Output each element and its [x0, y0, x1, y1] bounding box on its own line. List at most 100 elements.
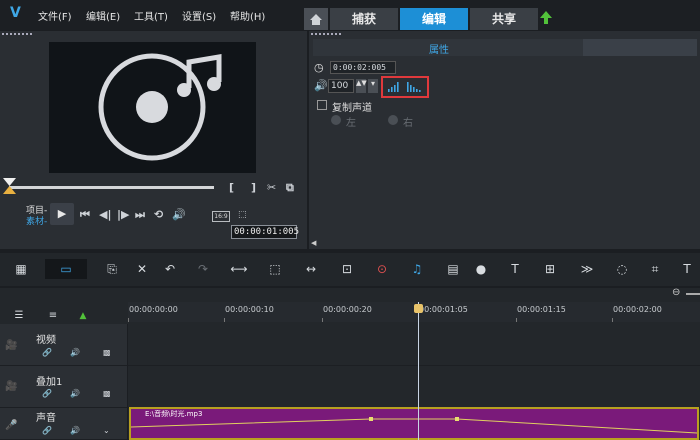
zoom-slider[interactable] — [686, 293, 700, 295]
ruler-label: 00:00:00:10 — [225, 305, 274, 314]
duplicate-channel-label: 复制声道 — [332, 103, 372, 114]
color-circles-icon[interactable]: ● — [472, 259, 490, 279]
menu-edit[interactable]: 编辑(E) — [86, 8, 120, 23]
chapter-icon[interactable]: ≡ — [44, 306, 62, 326]
volume-icon[interactable]: 🔊 — [70, 389, 80, 398]
home-tab[interactable] — [304, 8, 328, 30]
volume-icon: 🔊 — [314, 79, 328, 92]
expand-icon[interactable]: ↔ — [302, 259, 320, 279]
clock-icon: ◷ — [314, 61, 324, 74]
volume-icon[interactable]: 🔊 — [70, 348, 80, 357]
grid-icon[interactable]: ⊞ — [541, 259, 559, 279]
right-channel-radio[interactable] — [388, 115, 398, 125]
tools-icon[interactable]: ✕ — [133, 259, 151, 279]
volume-stepper[interactable]: ▲▼ — [356, 79, 367, 93]
mark-in-icon[interactable]: [ — [229, 181, 234, 194]
checker-icon[interactable]: ▩ — [103, 389, 111, 398]
timecode-field[interactable]: 00:00:01:005 — [231, 225, 299, 239]
duration-field[interactable]: 0:00:02:005 — [330, 61, 396, 74]
volume-envelope[interactable] — [131, 409, 697, 438]
next-frame-icon[interactable]: |▶ — [117, 208, 129, 221]
menu-tools[interactable]: 工具(T) — [134, 8, 168, 23]
tab-capture[interactable]: 捕获 — [330, 8, 398, 30]
ruler-tick — [322, 318, 323, 322]
audio-track-icon: 🎤 — [5, 420, 18, 431]
play-button[interactable]: ▶ — [50, 203, 74, 225]
track-overlay[interactable] — [128, 366, 700, 408]
home-icon-btn[interactable]: ⏮ — [80, 208, 90, 222]
left-channel-radio[interactable] — [331, 115, 341, 125]
attributes-panel: 属性 ◷ 0:00:02:005 🔊 100 ▲▼ ▾ 复制声道 左 右 ◀ — [309, 31, 700, 249]
ruler-label: 00:00:01:15 — [517, 305, 566, 314]
resize-icon[interactable]: ⊡ — [338, 259, 356, 279]
menu-settings[interactable]: 设置(S) — [182, 8, 216, 23]
record-icon[interactable]: ⊙ — [373, 259, 391, 279]
menu-file[interactable]: 文件(F) — [38, 8, 72, 23]
panel-grip — [311, 33, 341, 37]
storyboard-view-icon[interactable]: ▦ — [10, 259, 32, 279]
checker-icon[interactable]: ▩ — [103, 348, 111, 357]
aspect-ratio-button[interactable]: 16:9 — [212, 211, 230, 222]
enlarge-icon[interactable]: ⧉ — [286, 181, 294, 195]
loop-icon[interactable]: ◌ — [613, 259, 631, 279]
crop-icon[interactable]: ⬚ — [266, 259, 284, 279]
volume-icon[interactable]: 🔊 — [70, 426, 80, 435]
mode-clip[interactable]: 素材- — [26, 214, 47, 227]
app-logo: V — [10, 5, 21, 21]
duplicate-channel-checkbox[interactable] — [317, 100, 327, 110]
overlay-track-icon: 🎥 — [5, 381, 18, 392]
track-name-audio: 声音 — [36, 413, 56, 424]
scrub-handle[interactable] — [3, 178, 16, 194]
ruler-label: 00:00:00:20 — [323, 305, 372, 314]
tab-attributes[interactable]: 属性 — [429, 41, 449, 56]
redo-icon[interactable]: ↷ — [194, 259, 212, 279]
fit-to-window-icon[interactable]: ⟷ — [230, 259, 248, 279]
prev-frame-icon[interactable]: ◀| — [99, 208, 111, 221]
preview-panel: [ ] ✂ ⧉ 项目- 素材- ▶ ⏮ ◀| |▶ ⏭ ⟲ 🔊 16:9 ⬚ 0… — [0, 31, 307, 249]
ruler-tick — [224, 318, 225, 322]
timeline-view-icon[interactable]: ▭ — [45, 259, 87, 279]
menu-help[interactable]: 帮助(H) — [230, 8, 265, 23]
volume-dropdown[interactable]: ▾ — [368, 79, 378, 93]
upload-icon[interactable] — [540, 11, 552, 25]
ruler-tick — [128, 318, 129, 322]
audio-mixer-icon[interactable]: ♫ — [408, 259, 426, 279]
scrub-bar[interactable] — [9, 186, 214, 189]
link-icon[interactable]: 🔗 — [42, 389, 52, 398]
link-icon[interactable]: 🔗 — [42, 348, 52, 357]
audio-clip[interactable] — [129, 407, 699, 440]
playhead-marker[interactable] — [414, 304, 423, 313]
clip-name: E:\音频\时光.mp3 — [145, 410, 203, 418]
split-clip-icon[interactable]: ✂ — [267, 181, 276, 194]
track-video[interactable] — [128, 324, 700, 366]
fade-in-icon[interactable] — [387, 81, 401, 96]
mark-out-icon[interactable]: ] — [251, 181, 256, 194]
copy-icon[interactable]: ⎘ — [103, 259, 121, 279]
repeat-icon[interactable]: ⟲ — [154, 208, 163, 221]
zoom-out-icon[interactable]: ⊖ — [672, 287, 680, 298]
track-manager-icon[interactable]: ☰ — [10, 306, 28, 326]
attributes-tab-inactive[interactable] — [583, 39, 697, 56]
tab-edit[interactable]: 编辑 — [400, 8, 468, 30]
add-track-icon[interactable]: ▲ — [74, 306, 92, 326]
snapshot-icon[interactable]: ⬚ — [238, 210, 247, 220]
film-icon[interactable]: ▤ — [444, 259, 462, 279]
motion-icon[interactable]: ≫ — [578, 259, 596, 279]
end-icon[interactable]: ⏭ — [135, 208, 145, 222]
timeline-toolbar: ▦ ▭ ⎘ ✕ ↶ ↷ ⟷ ⬚ ↔ ⊡ ⊙ ♫ ▤ ● T ⊞ ≫ ◌ ⌗ T — [0, 253, 700, 286]
track-header-video — [0, 324, 127, 366]
collapse-arrow-icon[interactable]: ◀ — [311, 239, 316, 247]
volume-icon[interactable]: 🔊 — [172, 208, 186, 221]
title-icon[interactable]: T — [506, 259, 524, 279]
audio-file-icon — [98, 53, 222, 161]
tab-share[interactable]: 共享 — [470, 8, 538, 30]
fade-out-icon[interactable] — [406, 81, 422, 96]
undo-icon[interactable]: ↶ — [161, 259, 179, 279]
text-3d-icon[interactable]: T — [678, 259, 696, 279]
link-icon[interactable]: 🔗 — [42, 426, 52, 435]
frame-icon[interactable]: ⌗ — [646, 259, 664, 279]
left-channel-label: 左 — [346, 118, 356, 129]
video-track-icon: 🎥 — [5, 340, 18, 351]
volume-field[interactable]: 100 — [328, 79, 354, 93]
chevron-down-icon[interactable]: ⌄ — [103, 426, 110, 435]
